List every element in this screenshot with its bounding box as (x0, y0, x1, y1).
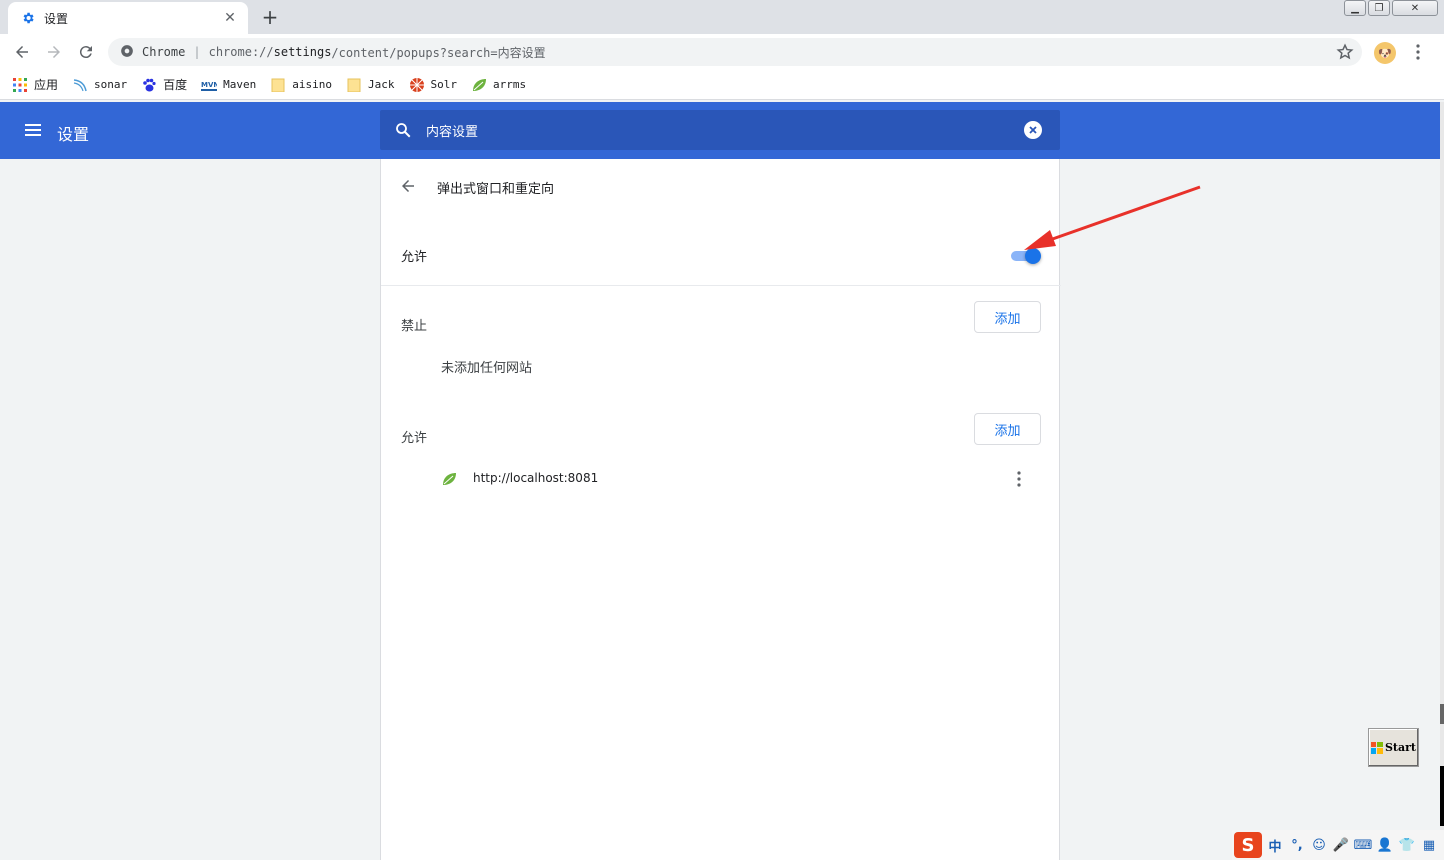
arrow-left-icon (16, 46, 28, 58)
tab-title: 设置 (44, 11, 69, 26)
address-bar[interactable]: Chrome | chrome://settings/content/popup… (108, 38, 1362, 66)
reload-icon (79, 46, 92, 59)
page-title: 设置 (57, 125, 90, 144)
chrome-icon (120, 44, 134, 61)
start-button[interactable]: Start (1368, 728, 1419, 767)
restore-icon: ❐ (1374, 2, 1384, 14)
spring-leaf-icon (441, 471, 457, 487)
site-url: http://localhost:8081 (473, 471, 599, 485)
bookmark-sonar[interactable]: sonar (72, 77, 127, 93)
close-icon: ✕ (1410, 2, 1420, 14)
windows-logo-icon (1370, 741, 1383, 754)
ime-punctuation-icon[interactable]: °, (1288, 835, 1306, 855)
allow-section-label: 允许 (401, 431, 428, 446)
start-label: Start (1384, 741, 1417, 754)
screen-edge (1440, 766, 1444, 826)
subpage-header: 弹出式窗口和重定向 (381, 159, 1061, 215)
bookmark-apps[interactable]: 应用 (12, 76, 58, 93)
sonar-icon (72, 77, 88, 93)
add-allow-site-button[interactable]: 添加 (974, 413, 1041, 445)
subpage-title: 弹出式窗口和重定向 (437, 181, 555, 197)
bookmark-arrms[interactable]: arrms (471, 77, 526, 93)
block-section-label: 禁止 (401, 319, 428, 334)
ime-voice-icon[interactable]: 🎤 (1332, 835, 1350, 855)
tab-strip: 设置 ✕ + ▁ ❐ ✕ (0, 0, 1444, 34)
add-block-site-button[interactable]: 添加 (974, 301, 1041, 333)
maven-icon: MVN (201, 77, 218, 93)
bookmark-label: Maven (223, 78, 257, 91)
settings-header: 设置 (0, 102, 1440, 159)
divider (381, 285, 1061, 286)
separator: | (193, 45, 201, 59)
close-icon[interactable]: ✕ (222, 10, 238, 26)
more-menu-icon[interactable] (1410, 42, 1426, 62)
browser-toolbar: Chrome | chrome://settings/content/popup… (0, 34, 1444, 70)
bookmark-star-icon[interactable] (1336, 43, 1354, 65)
baidu-paw-icon (141, 77, 157, 93)
bookmark-label: aisino (292, 78, 333, 91)
reload-button[interactable] (74, 40, 98, 64)
url-host: settings (273, 45, 332, 59)
window-controls: ▁ ❐ ✕ (1344, 0, 1438, 16)
gear-icon (20, 10, 36, 26)
bookmark-solr[interactable]: Solr (409, 77, 458, 93)
new-tab-button[interactable]: + (258, 5, 282, 29)
url-scheme: chrome:// (208, 45, 274, 59)
sogou-logo-icon[interactable]: S (1234, 832, 1262, 858)
bookmark-label: 百度 (163, 78, 188, 92)
bookmark-aisino[interactable]: aisino (270, 77, 332, 93)
settings-page: 弹出式窗口和重定向 允许 禁止 添加 未添加任何网站 允许 添加 http://… (0, 159, 1440, 860)
page-scrollbar[interactable] (1440, 102, 1444, 860)
apps-grid-icon (12, 77, 28, 93)
site-list-item[interactable]: http://localhost:8081 (381, 461, 1061, 497)
bookmark-label: sonar (94, 78, 128, 91)
minimize-button[interactable]: ▁ (1344, 0, 1366, 16)
back-arrow-icon[interactable] (399, 177, 419, 197)
url-path: /content/popups?search=内容设置 (331, 45, 546, 60)
bookmark-jack[interactable]: Jack (346, 77, 395, 93)
minimize-icon: ▁ (1351, 2, 1359, 14)
ime-mode-chinese[interactable]: 中 (1266, 835, 1284, 855)
settings-search (380, 110, 1060, 150)
back-button[interactable] (10, 40, 34, 64)
ime-keyboard-icon[interactable]: ⌨ (1354, 835, 1373, 855)
ime-user-icon[interactable]: 👤 (1376, 835, 1394, 855)
bookmark-label: 应用 (34, 78, 59, 92)
svg-text:MVN: MVN (201, 81, 217, 89)
empty-list-text: 未添加任何网站 (441, 361, 533, 376)
search-input[interactable] (426, 122, 1006, 138)
bookmark-maven[interactable]: MVN Maven (201, 77, 256, 93)
tab-settings[interactable]: 设置 ✕ (8, 2, 248, 34)
search-icon (394, 121, 412, 139)
site-label: Chrome (142, 45, 186, 59)
close-window-button[interactable]: ✕ (1392, 0, 1438, 16)
ime-skin-icon[interactable]: 👕 (1398, 835, 1416, 855)
scrollbar-thumb[interactable] (1440, 704, 1444, 724)
bookmark-baidu[interactable]: 百度 (141, 76, 187, 93)
solr-icon (409, 77, 425, 93)
bookmark-label: Solr (430, 78, 458, 91)
profile-avatar[interactable]: 🐶 (1374, 42, 1396, 64)
bookmarks-bar: 应用 sonar 百度 MVN Maven aisino Jack Solr a… (0, 70, 1444, 100)
site-actions-icon[interactable] (1011, 469, 1027, 489)
bookmark-label: Jack (368, 78, 395, 91)
annotation-arrow (1024, 185, 1201, 250)
block-section: 禁止 添加 (381, 301, 1061, 341)
spring-leaf-icon (471, 77, 487, 93)
bookmark-label: arrms (493, 78, 527, 91)
restore-button[interactable]: ❐ (1368, 0, 1390, 16)
ime-toolbar: S 中 °, ☺ 🎤 ⌨ 👤 👕 ▦ (1232, 830, 1444, 860)
arrow-right-icon (48, 46, 60, 58)
ime-emoji-icon[interactable]: ☺ (1310, 835, 1328, 855)
allow-toggle-label: 允许 (401, 250, 428, 265)
popups-settings-card: 弹出式窗口和重定向 允许 禁止 添加 未添加任何网站 允许 添加 http://… (380, 159, 1061, 860)
folder-icon (346, 77, 362, 93)
allow-toggle-row: 允许 (381, 225, 1061, 285)
clear-search-icon[interactable] (1024, 121, 1042, 139)
folder-icon (270, 77, 286, 93)
forward-button[interactable] (42, 40, 66, 64)
allow-section: 允许 添加 (381, 413, 1061, 453)
ime-toolbox-icon[interactable]: ▦ (1420, 835, 1438, 855)
menu-icon[interactable] (24, 121, 44, 141)
